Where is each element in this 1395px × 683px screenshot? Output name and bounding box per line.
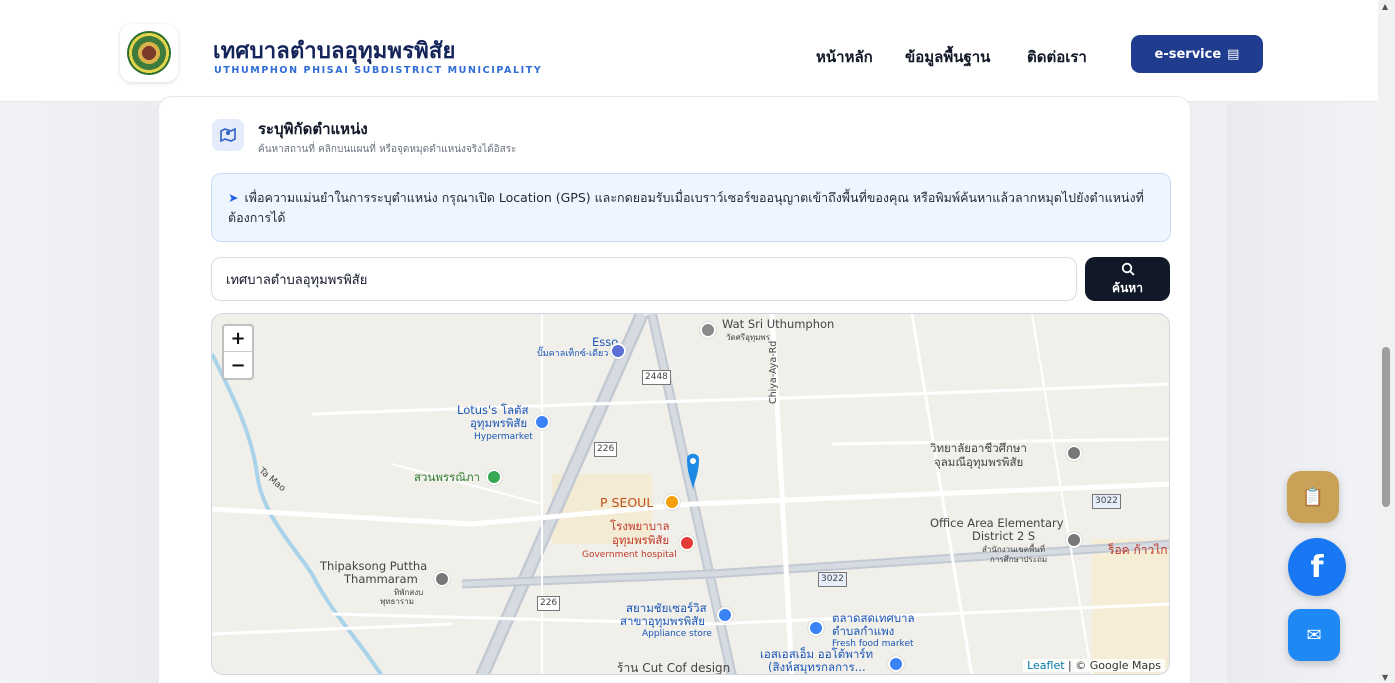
poi-market-2: ตำบลกำแพง xyxy=(832,624,895,638)
school-icon xyxy=(1066,445,1082,461)
page-background-right xyxy=(1227,102,1378,683)
scroll-up-arrow-icon[interactable]: ▲ xyxy=(1382,2,1388,11)
poi-office-4: การศึกษาประถม xyxy=(990,555,1048,564)
eservice-button[interactable]: e-service ▤ xyxy=(1131,35,1263,73)
monitor-icon: ▤ xyxy=(1227,46,1240,62)
poi-hospital-2: อุทุมพรพิสัย xyxy=(612,533,670,547)
section-subtitle: ค้นหาสถานที่ คลิกบนแผนที่ หรือจุดหมุดตำแ… xyxy=(258,144,517,155)
leaflet-link[interactable]: Leaflet xyxy=(1027,659,1064,672)
site-header: เทศบาลตำบลอุทุมพรพิสัย UTHUMPHON PHISAI … xyxy=(0,0,1378,102)
section-title: ระบุพิกัดตำแหน่ง xyxy=(258,120,368,138)
cafe-icon xyxy=(664,494,680,510)
route-3022-b: 3022 xyxy=(818,572,847,587)
poi-cut-cof: ร้าน Cut Cof design xyxy=(617,661,731,675)
poi-rock: ร็อค ก้าวไก xyxy=(1108,543,1168,557)
nav-contact[interactable]: ติดต่อเรา xyxy=(1027,45,1087,69)
temple-icon-2 xyxy=(434,571,450,587)
zoom-in-button[interactable]: + xyxy=(224,326,252,352)
page-scrollbar[interactable] xyxy=(1378,0,1395,683)
attribution-google: | © Google Maps xyxy=(1064,659,1161,672)
road-chiya-aya: Chiya-Aya-Rd xyxy=(768,340,779,404)
auto-parts-icon xyxy=(888,656,904,672)
poi-thipaksong-2: Thammaram xyxy=(344,572,418,586)
clipboard-icon: 📋 xyxy=(1301,486,1325,508)
route-3022-a: 3022 xyxy=(1092,494,1121,509)
route-226-a: 226 xyxy=(594,442,618,457)
map-location-icon xyxy=(212,119,244,151)
route-2448: 2448 xyxy=(642,370,671,385)
eservice-label: e-service xyxy=(1154,46,1222,62)
site-subtitle: UTHUMPHON PHISAI SUBDISTRICT MUNICIPALIT… xyxy=(214,65,543,76)
facebook-icon: f xyxy=(1310,549,1324,585)
route-226-b: 226 xyxy=(537,596,561,611)
search-icon xyxy=(1121,262,1135,280)
store-icon xyxy=(717,607,733,623)
logo-seal-icon xyxy=(127,31,171,75)
poi-siam-3: Appliance store xyxy=(642,629,712,639)
poi-park: สวนพรรณิภา xyxy=(414,470,480,484)
poi-p-seoul: P SEOUL xyxy=(600,495,654,510)
messenger-icon: ✉ xyxy=(1306,624,1322,646)
zoom-out-button[interactable]: − xyxy=(224,352,252,378)
notice-text: เพื่อความแม่นยำในการระบุตำแหน่ง กรุณาเปิ… xyxy=(228,190,1144,225)
office-icon xyxy=(1066,532,1082,548)
nav-home[interactable]: หน้าหลัก xyxy=(816,45,873,69)
shopping-icon xyxy=(534,414,550,430)
site-title[interactable]: เทศบาลตำบลอุทุมพรพิสัย xyxy=(213,33,456,68)
scroll-down-arrow-icon[interactable]: ▼ xyxy=(1382,673,1388,682)
poi-esso-th: ปั๊มคาลเท็กซ์-เดียว xyxy=(537,349,609,359)
gas-station-icon xyxy=(610,343,626,359)
poi-wat-sri-uthumphon: Wat Sri Uthumphon xyxy=(722,317,835,331)
poi-college: วิทยาลัยอาชีวศึกษา xyxy=(930,441,1027,455)
gps-notice: ➤ เพื่อความแม่นยำในการระบุตำแหน่ง กรุณาเป… xyxy=(211,173,1171,242)
page-background-left xyxy=(0,102,158,683)
facebook-button[interactable]: f xyxy=(1288,538,1346,596)
search-button-label: ค้นหา xyxy=(1112,281,1143,295)
park-icon xyxy=(486,469,502,485)
poi-thipaksong-4: พุทธาราม xyxy=(380,597,414,606)
clipboard-button[interactable]: 📋 xyxy=(1287,471,1339,523)
location-search-input[interactable] xyxy=(211,257,1077,301)
zoom-controls: + − xyxy=(222,324,254,380)
poi-wat-th: วัดศรีอุทุมพร xyxy=(726,333,770,342)
poi-college-2: จุลมณีอุทุมพรพิสัย xyxy=(934,455,1024,469)
hospital-icon xyxy=(679,535,695,551)
temple-icon xyxy=(700,322,716,338)
messenger-button[interactable]: ✉ xyxy=(1288,609,1340,661)
poi-lotus-3: Hypermarket xyxy=(474,432,533,442)
municipality-logo[interactable] xyxy=(120,24,178,82)
search-button[interactable]: ค้นหา xyxy=(1085,257,1170,301)
map-attribution: Leaflet | © Google Maps xyxy=(1023,659,1165,672)
location-arrow-icon: ➤ xyxy=(228,190,239,205)
poi-hospital-3: Government hospital xyxy=(582,550,677,560)
nav-basic-info[interactable]: ข้อมูลพื้นฐาน xyxy=(905,45,990,69)
map-view[interactable]: + − Wat Sri Uthumphon วัดศรีอุทุมพร Esso… xyxy=(211,313,1170,675)
scrollbar-thumb[interactable] xyxy=(1382,347,1390,507)
poi-office-2: District 2 S xyxy=(972,529,1036,543)
poi-hospital: โรงพยาบาล xyxy=(610,519,670,533)
poi-sm-auto-2: (สิงห์สมุทรกลการ... xyxy=(768,660,866,674)
market-icon xyxy=(808,620,824,636)
poi-lotus-2: อุทุมพรพิสัย xyxy=(470,416,528,430)
poi-siam-2: สาขาอุทุมพรพิสัย xyxy=(620,614,705,628)
